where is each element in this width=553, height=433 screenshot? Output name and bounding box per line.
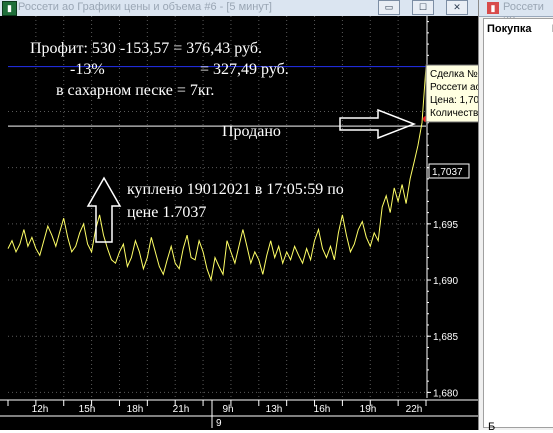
x-tick-label: 15h — [79, 404, 96, 415]
chart-app-icon: ▮ — [2, 1, 17, 16]
percent-label: -13% — [70, 61, 105, 78]
x-tick-label: 18h — [127, 404, 144, 415]
x-tick-label: 19h — [360, 404, 377, 415]
chart-window-titlebar[interactable]: ▮ Россети ао Графики цены и объема #6 - … — [0, 0, 478, 17]
column-header-buy[interactable]: Покупка — [487, 23, 532, 35]
trade-tooltip: Сделка № 3586257023 Россети ао Продажа Ц… — [425, 64, 478, 123]
x-tick-label: 21h — [173, 404, 190, 415]
orderbook-panel: Покупка N Б — [483, 18, 553, 433]
y-tick-label: 1,685 — [433, 332, 458, 343]
y-tick-label: 1,690 — [433, 276, 458, 287]
maximize-button[interactable]: ☐ — [412, 0, 434, 15]
restore-button[interactable]: ▭ — [378, 0, 400, 15]
y-tick-label: 1,680 — [433, 388, 458, 399]
orderbook-titlebar[interactable]: ▮ Россети ао — [479, 0, 553, 25]
x-sub-label: 9 — [216, 418, 222, 429]
x-tick-label: 22h — [406, 404, 423, 415]
close-button[interactable]: ✕ — [446, 0, 468, 15]
sugar-line: в сахарном песке = 7кг. — [56, 82, 214, 99]
tooltip-line3: Цена: 1,709 — [430, 95, 478, 106]
orderbook-window: ▮ Россети ао Покупка N Б — [478, 0, 553, 433]
x-tick-label: 16h — [314, 404, 331, 415]
orderbook-app-icon: ▮ — [487, 2, 499, 14]
window-title: Россети ао Графики цены и объема #6 - [5… — [18, 1, 272, 13]
profit-line: Профит: 530 -153,57 = 376,43 руб. — [30, 40, 262, 57]
y-tick-label: 1,695 — [433, 220, 458, 231]
chart-window: ▮ Россети ао Графики цены и объема #6 - … — [0, 0, 478, 430]
tooltip-line1: Сделка № 3586257023 — [430, 69, 478, 80]
tooltip-line2: Россети ао Продажа — [430, 82, 478, 93]
price-chart[interactable]: 1,7051,7001,6951,6901,6851,680 12h15h18h… — [0, 16, 478, 430]
price-tag: 1,7037 — [432, 167, 463, 178]
bought-line2: цене 1.7037 — [127, 204, 206, 221]
x-tick-label: 12h — [32, 404, 49, 415]
bought-line1: куплено 19012021 в 17:05:59 по — [127, 181, 344, 198]
orderbook-footer: Б — [488, 421, 496, 433]
sold-label: Продано — [222, 123, 281, 140]
tooltip-line4: Количество: 100 — [430, 108, 478, 119]
x-tick-label: 9h — [222, 404, 233, 415]
percent-amount: = 327,49 руб. — [200, 61, 289, 78]
x-tick-label: 13h — [266, 404, 283, 415]
